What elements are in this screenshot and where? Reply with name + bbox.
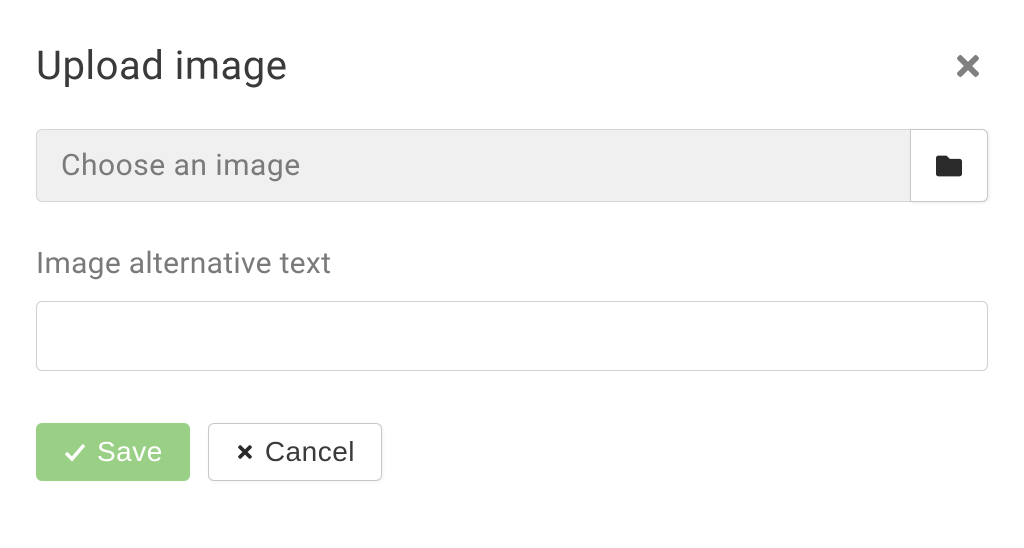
check-icon — [63, 440, 87, 464]
file-chooser-group: Choose an image — [36, 129, 988, 202]
close-icon — [952, 50, 984, 82]
alt-text-input[interactable] — [36, 301, 988, 371]
file-chooser-display[interactable]: Choose an image — [36, 129, 910, 202]
alt-text-label: Image alternative text — [36, 246, 988, 281]
button-row: Save Cancel — [36, 423, 988, 481]
browse-button[interactable] — [910, 129, 988, 202]
alt-text-field: Image alternative text — [36, 246, 988, 371]
save-button-label: Save — [97, 436, 163, 468]
save-button[interactable]: Save — [36, 423, 190, 481]
modal-header: Upload image — [36, 42, 988, 89]
folder-icon — [936, 155, 962, 177]
close-button[interactable] — [948, 46, 988, 86]
cancel-button[interactable]: Cancel — [208, 423, 382, 481]
cancel-icon — [235, 442, 255, 462]
modal-title: Upload image — [36, 42, 287, 89]
cancel-button-label: Cancel — [265, 436, 355, 468]
